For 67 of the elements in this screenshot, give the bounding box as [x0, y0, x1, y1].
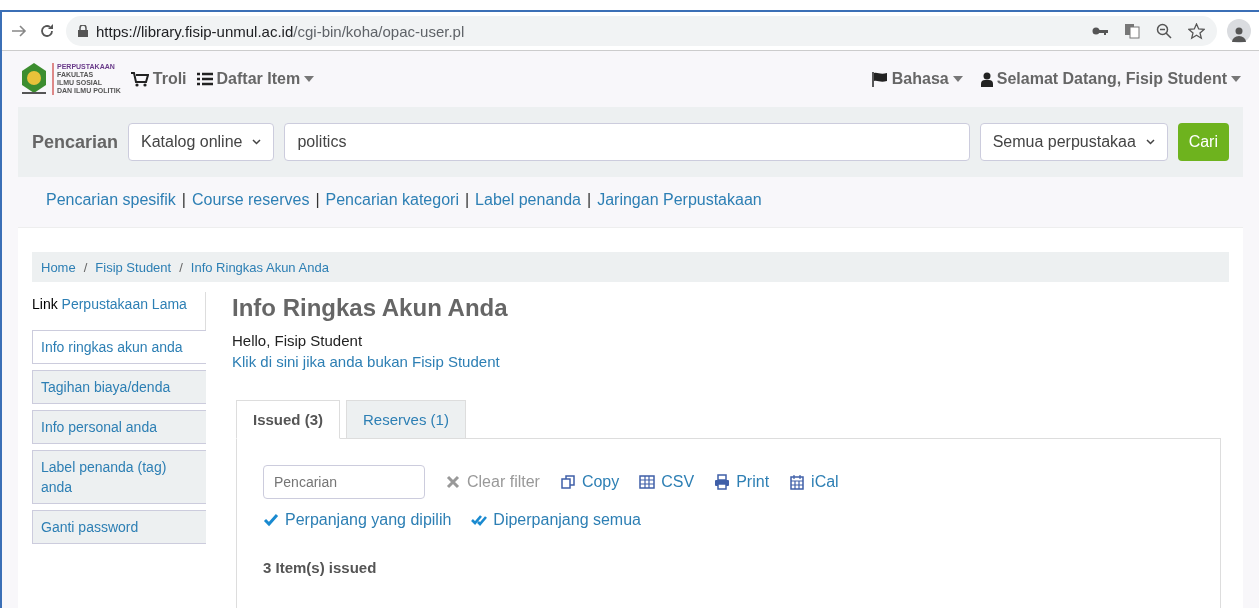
- nav-link[interactable]: Course reserves: [192, 191, 310, 213]
- chevron-icon: [1145, 139, 1155, 145]
- table-icon: [639, 474, 656, 490]
- emblem-icon: [20, 62, 48, 96]
- caret-icon: [1231, 76, 1241, 82]
- breadcrumb-link[interactable]: Fisip Student: [95, 259, 172, 275]
- separator: |: [587, 191, 592, 210]
- action-link[interactable]: iCal: [789, 473, 839, 491]
- breadcrumb-link[interactable]: Info Ringkas Akun Anda: [190, 259, 329, 275]
- breadcrumb-link[interactable]: Home: [41, 259, 76, 275]
- action-link[interactable]: CSV: [639, 473, 695, 491]
- caret-icon: [304, 76, 315, 82]
- tab[interactable]: Reserves (1): [346, 400, 466, 439]
- filter-field[interactable]: Pencarian: [263, 465, 425, 499]
- caret-icon: [952, 76, 963, 82]
- person-icon: [1232, 25, 1246, 43]
- sidebar-item[interactable]: Label penanda (tag) anda: [32, 450, 206, 504]
- action-link[interactable]: Print: [714, 473, 770, 491]
- flag-icon: [871, 71, 888, 87]
- breadcrumb-separator: /: [83, 259, 88, 275]
- nav-link[interactable]: Jaringan Perpustakaan: [597, 191, 762, 213]
- link-label: Link: [32, 296, 58, 312]
- reload-icon[interactable]: [38, 22, 56, 40]
- tab[interactable]: Issued (3): [236, 400, 341, 439]
- separator: |: [315, 191, 320, 210]
- search-button[interactable]: Cari: [1177, 123, 1229, 161]
- printer-icon: [714, 474, 731, 490]
- sidebar-item[interactable]: Info personal anda: [32, 410, 206, 444]
- nav-link[interactable]: Pencarian spesifik: [46, 191, 176, 213]
- calendar-icon: [789, 474, 806, 490]
- page-title: Info Ringkas Akun Anda: [232, 294, 509, 322]
- check-icon: [263, 512, 279, 528]
- copy-icon: [559, 474, 576, 490]
- breadcrumb-separator: /: [179, 259, 183, 275]
- chevron-icon: [252, 139, 262, 145]
- zoom-out-icon[interactable]: [1156, 23, 1172, 39]
- nav-link[interactable]: Label penanda: [475, 191, 581, 213]
- profile-avatar[interactable]: [1227, 19, 1251, 43]
- sidebar-item[interactable]: Ganti password: [32, 510, 206, 544]
- action-link[interactable]: Copy: [559, 473, 620, 491]
- star-icon[interactable]: [1188, 22, 1205, 40]
- action-link[interactable]: Diperpanjang semua: [471, 511, 641, 529]
- close-icon: [445, 474, 461, 490]
- greeting-text: Hello, Fisip Student: [232, 332, 364, 349]
- old-library-link[interactable]: Perpustakaan Lama: [61, 296, 187, 312]
- issued-count: 3 Item(s) issued: [263, 559, 378, 576]
- search-field[interactable]: politics: [284, 123, 970, 161]
- lock-icon: [78, 25, 88, 37]
- sidebar-item[interactable]: Info ringkas akun anda: [32, 330, 206, 364]
- cart-link[interactable]: Troli: [130, 70, 187, 88]
- search-label: Pencarian: [32, 131, 119, 153]
- person-icon: [980, 71, 993, 87]
- action-link[interactable]: Perpanjang yang dipilih: [263, 511, 452, 529]
- list-icon: [196, 72, 213, 86]
- cart-icon: [130, 71, 149, 87]
- key-icon[interactable]: [1092, 26, 1108, 36]
- address-bar[interactable]: https://library.fisip-unmul.ac.id/cgi-bin/koha/opac-user.pl: [66, 16, 1217, 46]
- language-menu[interactable]: Bahasa: [871, 70, 963, 88]
- sidebar-item[interactable]: Tagihan biaya/denda: [32, 370, 206, 404]
- user-menu[interactable]: Selamat Datang, Fisip Student: [980, 70, 1241, 88]
- separator: |: [464, 191, 470, 210]
- library-select[interactable]: Semua perpustakaa: [979, 123, 1168, 161]
- separator: |: [181, 191, 186, 210]
- search-type-select[interactable]: Katalog online: [128, 123, 275, 161]
- lists-menu[interactable]: Daftar Item: [196, 70, 315, 88]
- not-you-link[interactable]: Klik di sini jika anda bukan Fisip Student: [232, 353, 500, 370]
- nav-link[interactable]: Pencarian kategori: [325, 191, 459, 213]
